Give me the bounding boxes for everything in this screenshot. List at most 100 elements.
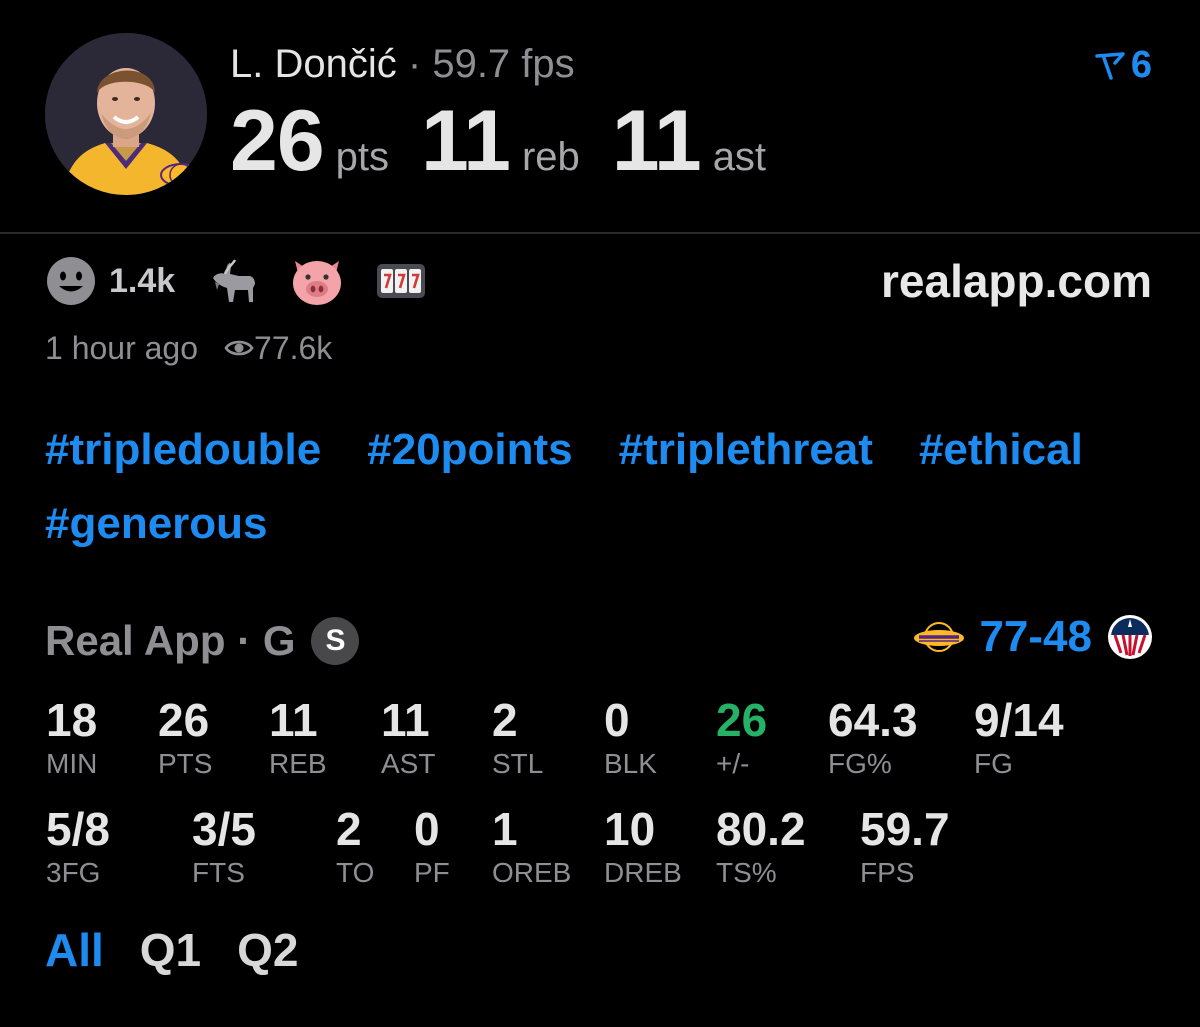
divider — [0, 232, 1200, 234]
points-value: 26 — [230, 93, 325, 189]
rebounds-label: reb — [521, 135, 580, 179]
view-count-group: 77.6k — [224, 326, 332, 370]
player-position: G — [262, 617, 296, 664]
stat-value: 1 — [492, 803, 518, 855]
player-name[interactable]: L. Dončić — [230, 42, 397, 86]
stat-label: PF — [414, 857, 450, 888]
smile-emoji-icon — [47, 257, 95, 305]
hashtag-list: #tripledouble #20points #triplethreat #e… — [45, 420, 1155, 554]
stat-oreb: 1 OREB — [492, 803, 571, 889]
stat-dreb: 10 DREB — [604, 803, 682, 889]
boost-count: 6 — [1130, 44, 1152, 86]
stat-blk: 0 BLK — [604, 694, 657, 780]
stat-label: AST — [381, 748, 436, 779]
stat-value: 2 — [492, 694, 518, 746]
view-count: 77.6k — [254, 330, 333, 366]
hashtag-triplethreat[interactable]: #triplethreat — [619, 420, 873, 480]
reaction-count: 1.4k — [109, 261, 176, 300]
stat-label: STL — [492, 748, 544, 779]
stat-label: 3FG — [46, 857, 101, 888]
hashtag-20points[interactable]: #20points — [367, 420, 572, 480]
stat-value: 64.3 — [828, 694, 918, 746]
lakers-logo-icon — [914, 622, 965, 652]
stat-3fg: 5/8 3FG — [46, 803, 110, 889]
stat-label: FTS — [192, 857, 245, 888]
boost-icon — [1095, 51, 1125, 80]
stat-to: 2 TO — [336, 803, 374, 889]
stat-reb: 11 REB — [269, 694, 327, 780]
reactions-bar: 1.4k — [45, 254, 457, 308]
period-tabs: All Q1 Q2 — [45, 922, 299, 978]
stat-value: 5/8 — [46, 803, 110, 855]
player-avatar[interactable] — [45, 33, 207, 195]
stat-fps: 59.7 FPS — [860, 803, 950, 889]
time-ago: 1 hour ago — [45, 330, 199, 366]
stat-stl: 2 STL — [492, 694, 543, 780]
stat-label: PTS — [158, 748, 213, 779]
stat-value: 11 — [381, 694, 430, 746]
pig-emoji-icon — [293, 261, 342, 305]
stat-pf: 0 PF — [414, 803, 450, 889]
stat-value: 26 — [716, 694, 768, 746]
stat-pts: 26 PTS — [158, 694, 212, 780]
assists-label: ast — [712, 135, 767, 179]
stat-value: 80.2 — [716, 803, 806, 855]
separator: · — [407, 42, 422, 86]
rebounds-value: 11 — [421, 93, 511, 189]
stat-value: 0 — [414, 803, 440, 855]
assists-value: 11 — [611, 93, 702, 189]
stat-label: +/- — [716, 748, 750, 779]
stat-value: 26 — [158, 694, 210, 746]
slot-machine-icon — [377, 264, 426, 298]
score-text: 77-48 — [979, 612, 1092, 661]
hashtag-generous[interactable]: #generous — [45, 494, 268, 554]
stat-label: FPS — [860, 857, 915, 888]
stat-label: BLK — [604, 748, 657, 779]
reaction-slot-machine[interactable] — [375, 261, 427, 301]
boost-button[interactable]: 6 — [1095, 44, 1152, 87]
stat-fts: 3/5 FTS — [192, 803, 256, 889]
wizards-logo-icon — [1108, 615, 1152, 659]
stat-label: OREB — [492, 857, 572, 888]
tab-q2[interactable]: Q2 — [237, 922, 298, 978]
stat-value: 0 — [604, 694, 630, 746]
game-separator: · — [237, 617, 252, 664]
stat-label: FG% — [828, 748, 892, 779]
reaction-pig[interactable] — [289, 255, 345, 307]
stat-value: 2 — [336, 803, 362, 855]
starter-badge: S — [311, 617, 360, 665]
tab-all[interactable]: All — [45, 922, 104, 978]
goat-emoji-icon — [213, 259, 256, 302]
stat-label: MIN — [46, 748, 98, 779]
player-line: L. Dončić · 59.7 fps — [230, 40, 575, 88]
game-source-row: Real App · G S — [45, 614, 360, 668]
game-score[interactable]: 77-48 — [913, 612, 1154, 662]
stat-fg-pct: 64.3 FG% — [828, 694, 918, 780]
stat-plus-minus: 26 +/- — [716, 694, 767, 780]
stat-value: 10 — [604, 803, 656, 855]
stat-label: TS% — [716, 857, 777, 888]
headline-stats: 26 pts 11 reb 11 ast — [230, 96, 798, 186]
hashtag-tripledouble[interactable]: #tripledouble — [45, 420, 321, 480]
stat-label: FG — [974, 748, 1013, 779]
stat-value: 18 — [46, 694, 98, 746]
tab-q1[interactable]: Q1 — [140, 922, 201, 978]
eye-icon — [224, 340, 254, 356]
points-label: pts — [335, 135, 390, 179]
stat-label: DREB — [604, 857, 682, 888]
hashtag-ethical[interactable]: #ethical — [919, 420, 1083, 480]
stat-value: 9/14 — [974, 694, 1064, 746]
site-link[interactable]: realapp.com — [881, 254, 1152, 308]
stat-ts-pct: 80.2 TS% — [716, 803, 806, 889]
stat-label: TO — [336, 857, 375, 888]
fps-summary: 59.7 fps — [432, 42, 575, 86]
stat-ast: 11 AST — [381, 694, 435, 780]
stat-label: REB — [269, 748, 327, 779]
stat-fg: 9/14 FG — [974, 694, 1064, 780]
stat-value: 3/5 — [192, 803, 256, 855]
reaction-goat[interactable] — [205, 254, 259, 308]
post-meta: 1 hour ago 77.6k — [45, 326, 332, 370]
game-source: Real App — [45, 617, 226, 664]
stat-value: 11 — [269, 694, 318, 746]
reaction-smile[interactable]: 1.4k — [45, 255, 175, 307]
